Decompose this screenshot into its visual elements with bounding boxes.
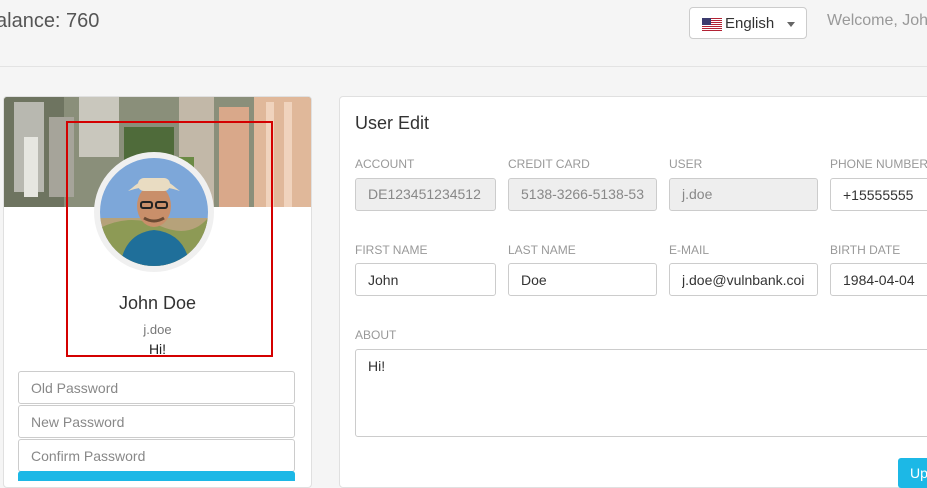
user-edit-title: User Edit bbox=[355, 113, 430, 133]
welcome-text: Welcome, Joh bbox=[827, 12, 927, 29]
old-password-input[interactable] bbox=[18, 371, 295, 404]
chevron-down-icon bbox=[787, 22, 795, 27]
credit-card-label: CREDIT CARD bbox=[508, 157, 590, 171]
phone-label: PHONE NUMBER bbox=[830, 157, 927, 171]
us-flag-icon bbox=[702, 18, 722, 31]
email-label: E-MAIL bbox=[669, 243, 710, 257]
birth-date-label: BIRTH DATE bbox=[830, 243, 901, 257]
last-name-label: LAST NAME bbox=[508, 243, 576, 257]
confirm-password-input[interactable] bbox=[18, 439, 295, 472]
user-field: j.doe bbox=[669, 178, 818, 211]
about-textarea[interactable]: Hi! bbox=[355, 349, 927, 437]
top-bar: alance: 760 English Welcome, Joh bbox=[0, 0, 927, 67]
email-field[interactable] bbox=[669, 263, 818, 296]
language-label: English bbox=[725, 15, 775, 32]
first-name-label: FIRST NAME bbox=[355, 243, 428, 257]
first-name-field[interactable] bbox=[355, 263, 496, 296]
language-dropdown[interactable]: English bbox=[689, 7, 807, 39]
balance-text: alance: 760 bbox=[0, 10, 100, 32]
new-password-input[interactable] bbox=[18, 405, 295, 438]
credit-card-field: 5138-3266-5138-53 bbox=[508, 178, 657, 211]
phone-field[interactable] bbox=[830, 178, 927, 211]
account-field: DE123451234512 bbox=[355, 178, 496, 211]
birth-date-field[interactable] bbox=[830, 263, 927, 296]
update-button[interactable]: Up bbox=[898, 458, 927, 488]
user-label: USER bbox=[669, 157, 703, 171]
about-label: ABOUT bbox=[355, 328, 397, 342]
highlight-box bbox=[66, 121, 273, 357]
account-label: ACCOUNT bbox=[355, 157, 415, 171]
last-name-field[interactable] bbox=[508, 263, 657, 296]
change-password-button[interactable] bbox=[18, 471, 295, 481]
